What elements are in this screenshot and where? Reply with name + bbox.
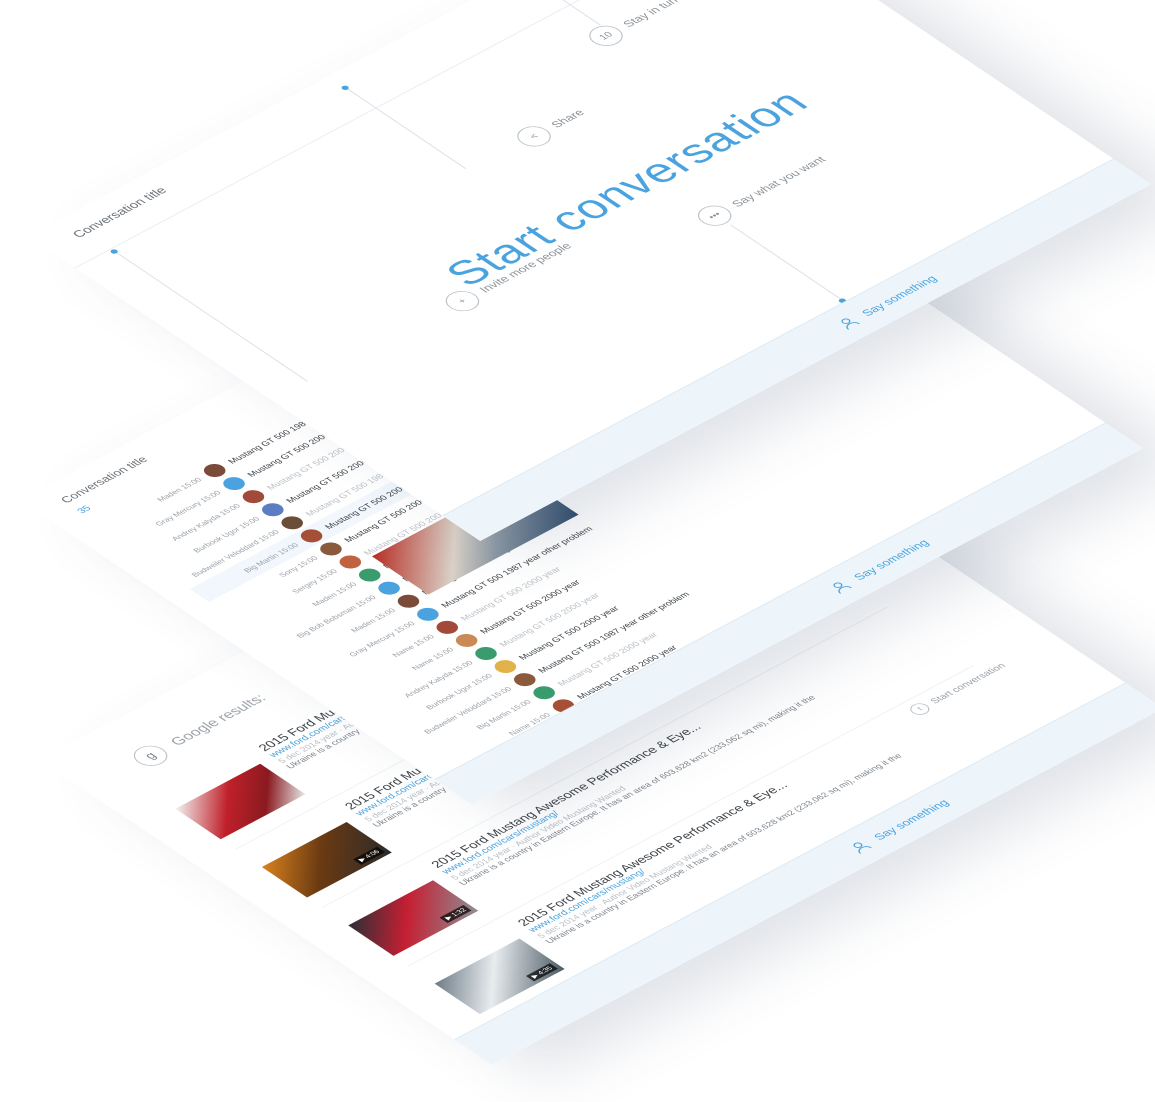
video-duration-badge: ▶ 4:06 [353, 846, 386, 865]
guide-line [528, 0, 601, 26]
header-divider [74, 0, 747, 269]
message-count: 35 [75, 504, 94, 516]
share-icon: < [510, 122, 558, 151]
person-icon [853, 842, 872, 854]
guide-line [344, 86, 467, 169]
guide-line [730, 224, 845, 302]
conversation-title: Conversation title [57, 454, 151, 506]
share-hint[interactable]: < Share [510, 103, 593, 151]
share-label: Share [547, 107, 588, 130]
conversation-title: Conversation title [69, 184, 170, 240]
video-duration-badge: ▶ 1:32 [439, 905, 472, 924]
stay-in-tune-icon: 10 [582, 21, 630, 51]
isometric-stage: g Google results: 2015 Ford Mustang Awes… [0, 0, 1155, 1102]
video-duration-badge: ▶ 4:35 [525, 963, 558, 982]
say-label: Say what you want [728, 154, 829, 210]
google-icon: g [126, 741, 175, 770]
person-icon [841, 318, 860, 330]
stay-in-tune-hint[interactable]: 10 Stay in tune [582, 0, 692, 51]
person-icon [833, 582, 852, 594]
guide-line [113, 250, 309, 382]
stay-in-tune-label: Stay in tune [619, 0, 688, 30]
